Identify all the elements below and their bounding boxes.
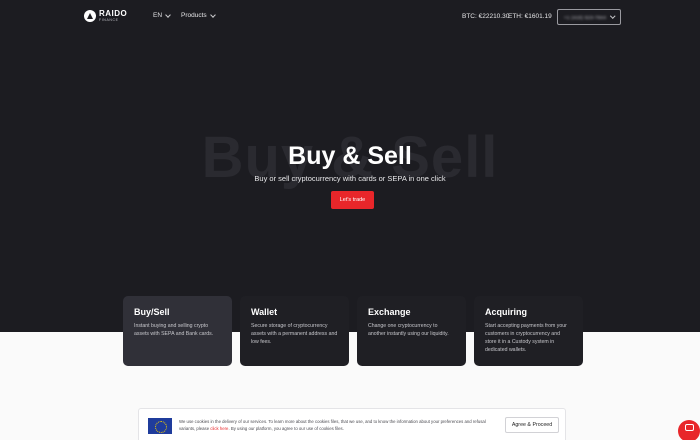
cookie-text: We use cookies in the delivery of our se… (179, 419, 486, 431)
card-title: Acquiring (485, 307, 527, 317)
card-buy-sell[interactable]: Buy/Sell Instant buying and selling cryp… (123, 296, 232, 366)
products-menu[interactable]: Products (181, 11, 216, 19)
eth-price: ETH: €1601.19 (508, 13, 552, 20)
raido-logo-icon (84, 10, 96, 23)
agree-proceed-button[interactable]: Agree & Proceed (505, 417, 559, 433)
card-title: Wallet (251, 307, 278, 317)
btc-price: BTC: €22210.30 (462, 13, 510, 20)
card-desc: Instant buying and selling crypto assets… (134, 323, 214, 338)
raido-logo[interactable]: RAIDO FINANCE (84, 10, 127, 23)
products-label: Products (181, 12, 207, 19)
card-title: Buy/Sell (134, 307, 170, 317)
language-label: EN (153, 12, 163, 19)
card-desc: Change one cryptocurrency to another ins… (368, 323, 449, 338)
card-exchange[interactable]: Exchange Change one cryptocurrency to an… (357, 296, 466, 366)
card-desc: Secure storage of cryptocurrency assets … (251, 323, 338, 346)
card-desc: Start accepting payments from your custo… (485, 323, 567, 354)
chevron-down-icon (165, 11, 171, 18)
card-title: Exchange (368, 307, 411, 317)
account-label: +1 (415) 523-7844 (564, 14, 607, 20)
card-wallet[interactable]: Wallet Secure storage of cryptocurrency … (240, 296, 349, 366)
cookie-policy-link[interactable]: click here (210, 426, 228, 431)
eu-flag-icon (148, 418, 172, 434)
chevron-down-icon (609, 13, 615, 19)
chevron-down-icon (209, 11, 216, 18)
chat-button[interactable] (678, 420, 700, 440)
cookie-banner: We use cookies in the delivery of our se… (138, 408, 566, 440)
hero-section: RAIDO FINANCE EN Products BTC: €22210.30… (0, 0, 700, 332)
logo-sub: FINANCE (99, 18, 119, 22)
chat-icon (684, 424, 694, 431)
hero-subtitle: Buy or sell cryptocurrency with cards or… (254, 174, 446, 183)
card-acquiring[interactable]: Acquiring Start accepting payments from … (474, 296, 583, 366)
hero-title: Buy & Sell (288, 142, 412, 170)
lets-trade-button[interactable]: Let's trade (331, 191, 374, 209)
language-selector[interactable]: EN (153, 11, 171, 19)
logo-name: RAIDO (99, 9, 128, 18)
account-menu-button[interactable]: +1 (415) 523-7844 (557, 9, 621, 25)
